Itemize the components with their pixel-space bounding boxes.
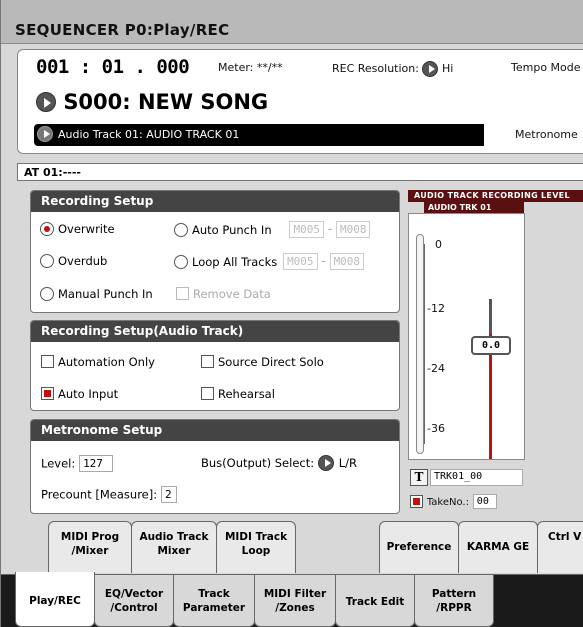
recording-setup-panel: Recording Setup Overwrite Overdub Manual… (30, 190, 400, 313)
overwrite-option[interactable]: Overwrite (40, 221, 115, 236)
metronome-setup-title: Metronome Setup (31, 420, 399, 441)
level-field[interactable]: 127 (79, 455, 114, 472)
tab-midi-track-loop[interactable]: MIDI Track Loop (216, 521, 296, 573)
punch-start-field: M005 (289, 221, 324, 238)
tab-ctrl-view-effects[interactable]: Ctrl V /Eff (537, 521, 583, 573)
auto-input-checkbox[interactable] (41, 387, 54, 400)
song-name[interactable]: S000: NEW SONG (63, 90, 268, 114)
tab-midi-filter-zones[interactable]: MIDI Filter /Zones (254, 575, 336, 627)
source-direct-solo-checkbox[interactable] (201, 355, 214, 368)
bus-select-value[interactable]: L/R (339, 456, 357, 470)
sequencer-screen: SEQUENCER P0:Play/REC 001 : 01 . 000 Met… (0, 0, 583, 627)
tab-track-edit[interactable]: Track Edit (335, 575, 415, 627)
fader-handle[interactable]: 0.0 (471, 336, 511, 355)
rec-resolution-value[interactable]: Hi (442, 62, 453, 75)
metronome-setup-panel: Metronome Setup Level: 127 Bus(Output) S… (30, 419, 400, 514)
track-select-arrow-icon[interactable] (37, 126, 53, 142)
scale-minus12: -12 (427, 302, 445, 315)
scale-minus36: -36 (427, 422, 445, 435)
automation-only-option[interactable]: Automation Only (41, 354, 155, 369)
remove-data-option: Remove Data (176, 286, 271, 301)
recording-setup-title: Recording Setup (31, 191, 399, 212)
track-select-label[interactable]: Audio Track 01: AUDIO TRACK 01 (58, 128, 239, 141)
scale-0: 0 (435, 238, 442, 251)
song-header-panel: 001 : 01 . 000 Meter: **/** REC Resoluti… (17, 49, 583, 154)
manual-punch-option[interactable]: Manual Punch In (40, 286, 153, 301)
rehearsal-option[interactable]: Rehearsal (201, 386, 275, 401)
automation-only-checkbox[interactable] (41, 355, 54, 368)
loop-start-field: M005 (283, 253, 318, 270)
page-title: SEQUENCER P0:Play/REC (15, 21, 230, 39)
level-label: Level: (41, 456, 76, 471)
title-bar: SEQUENCER P0:Play/REC (1, 0, 583, 44)
loop-all-option[interactable]: Loop All Tracks M005 - M008 (174, 253, 365, 270)
tab-pattern-rppr[interactable]: Pattern /RPPR (414, 575, 494, 627)
tab-audio-track-mixer[interactable]: Audio Track Mixer (131, 521, 217, 573)
auto-punch-option[interactable]: Auto Punch In M005 - M008 (174, 221, 371, 238)
source-direct-solo-option[interactable]: Source Direct Solo (201, 354, 324, 369)
remove-data-checkbox (176, 287, 189, 300)
song-select-arrow-icon[interactable] (36, 92, 56, 112)
tab-karma-ge[interactable]: KARMA GE (458, 521, 538, 573)
punch-end-field: M008 (335, 221, 371, 238)
tempo-mode-label: Tempo Mode (511, 61, 581, 74)
overdub-radio[interactable] (40, 253, 54, 268)
at-status-line: AT 01:---- (17, 163, 583, 181)
tab-track-parameter[interactable]: Track Parameter (173, 575, 255, 627)
overwrite-radio[interactable] (40, 221, 54, 236)
meter-area: 0 -12 -24 -36 0.0 (408, 213, 525, 460)
metronome-label: Metronome (515, 128, 578, 141)
loop-all-radio[interactable] (174, 254, 188, 269)
recording-level-panel: AUDIO TRACK RECORDING LEVEL AUDIO TRK 01… (408, 190, 583, 512)
loop-end-field: M008 (329, 253, 365, 270)
auto-punch-radio[interactable] (174, 222, 188, 237)
rec-resolution-arrow-icon[interactable] (422, 61, 439, 77)
audio-recording-setup-title: Recording Setup(Audio Track) (31, 321, 399, 342)
track-select-bar[interactable]: Audio Track 01: AUDIO TRACK 01 (34, 124, 484, 146)
precount-field[interactable]: 2 (160, 486, 177, 503)
rehearsal-checkbox[interactable] (201, 387, 214, 400)
recording-level-header: AUDIO TRACK RECORDING LEVEL (408, 190, 583, 202)
tab-play-rec[interactable]: Play/REC (15, 572, 95, 627)
filename-field[interactable]: TRK01_00 (430, 469, 523, 486)
rec-resolution-label: REC Resolution: (332, 62, 419, 75)
manual-punch-radio[interactable] (40, 286, 54, 301)
tab-preference[interactable]: Preference (379, 521, 459, 573)
scale-minus24: -24 (427, 362, 445, 375)
meter-value[interactable]: **/** (257, 61, 283, 74)
audio-recording-setup-panel: Recording Setup(Audio Track) Automation … (30, 320, 400, 411)
meter-track-label: AUDIO TRK 01 (424, 202, 524, 213)
auto-input-option[interactable]: Auto Input (41, 386, 118, 401)
tab-eq-vector-control[interactable]: EQ/Vector /Control (94, 575, 174, 627)
overdub-option[interactable]: Overdub (40, 253, 107, 268)
tab-midi-prog-mixer[interactable]: MIDI Prog /Mixer (48, 521, 132, 573)
bus-select-label: Bus(Output) Select: (201, 456, 315, 470)
level-meter-bar (416, 234, 424, 454)
meter-label: Meter: (218, 61, 254, 74)
bus-select-arrow-icon[interactable] (317, 455, 334, 471)
take-no-label: TakeNo.: (426, 497, 469, 508)
precount-label: Precount [Measure]: (41, 487, 158, 502)
text-edit-button[interactable]: T (410, 469, 428, 486)
take-no-field[interactable]: 00 (472, 494, 497, 509)
locator-position[interactable]: 001 : 01 . 000 (36, 56, 190, 78)
take-no-checkbox[interactable] (410, 495, 423, 508)
